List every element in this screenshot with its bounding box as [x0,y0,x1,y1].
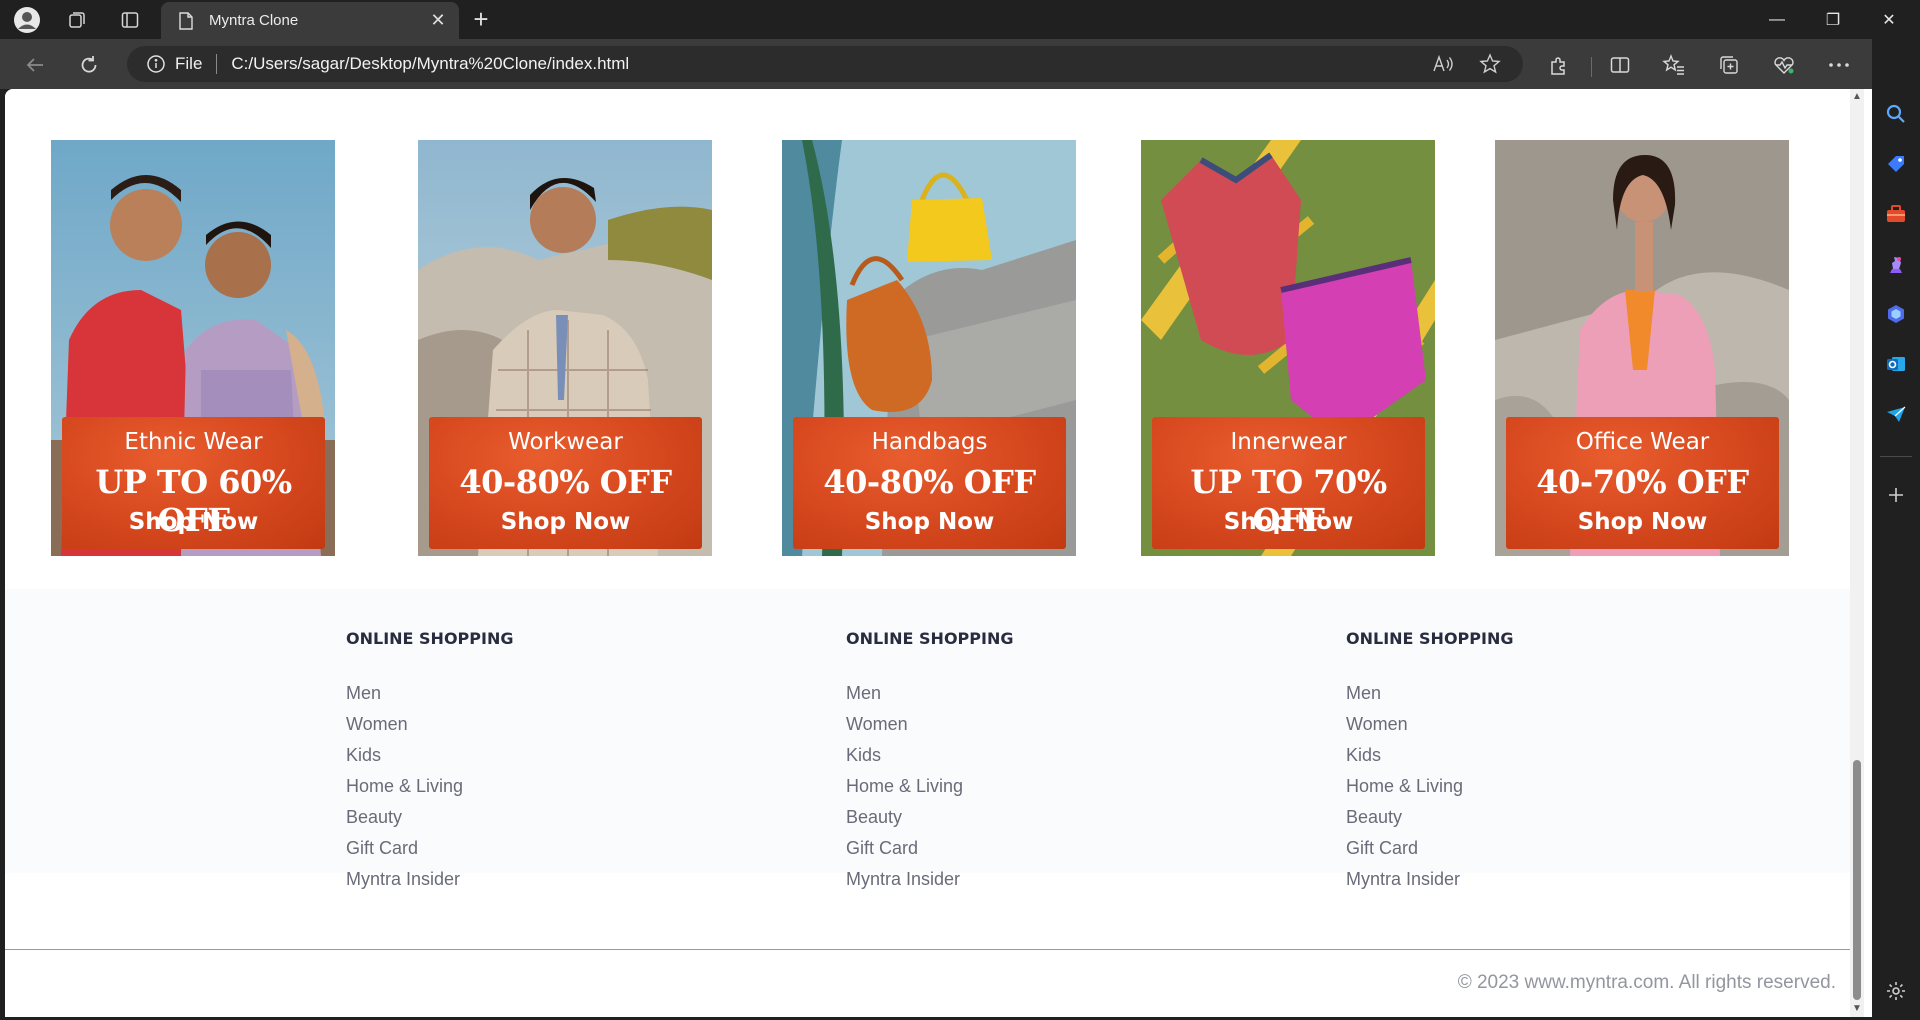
read-aloud-icon[interactable] [1429,50,1457,78]
offer-banners-section: Ethnic Wear UP TO 60% OFF Shop Now Workw… [5,89,1850,589]
page-viewport: Ethnic Wear UP TO 60% OFF Shop Now Workw… [5,89,1872,1017]
sidebar-divider [1880,456,1912,457]
banner-office-wear[interactable]: Office Wear 40-70% OFF Shop Now [1495,140,1789,556]
address-bar[interactable]: File C:/Users/sagar/Desktop/Myntra%20Clo… [127,46,1523,82]
shopping-tag-icon[interactable] [1880,148,1912,180]
banner-category: Innerwear [1230,429,1347,455]
browser-essentials-icon[interactable] [1768,49,1800,81]
footer-link-gift-card[interactable]: Gift Card [346,837,513,868]
footer-column-2: ONLINE SHOPPING Men Women Kids Home & Li… [846,629,1013,899]
star-icon[interactable] [1476,50,1504,78]
games-icon[interactable] [1880,248,1912,280]
banner-deal: 40-80% OFF [823,463,1036,501]
footer-heading: ONLINE SHOPPING [1346,629,1514,648]
shop-now-link[interactable]: Shop Now [793,509,1066,535]
site-footer: ONLINE SHOPPING Men Women Kids Home & Li… [5,589,1850,889]
banner-deal: 40-70% OFF [1536,463,1749,501]
search-icon[interactable] [1880,98,1912,130]
footer-link-home-living[interactable]: Home & Living [346,775,513,806]
footer-link-myntra-insider[interactable]: Myntra Insider [1346,868,1513,899]
footer-link-home-living[interactable]: Home & Living [846,775,1013,806]
outlook-icon[interactable] [1880,348,1912,380]
workspaces-icon[interactable] [63,6,91,34]
banner-ethnic-wear[interactable]: Ethnic Wear UP TO 60% OFF Shop Now [51,140,335,556]
footer-divider [5,949,1850,950]
tab-myntra-clone[interactable]: Myntra Clone ✕ [161,2,459,39]
banner-category: Office Wear [1575,429,1710,455]
banner-category: Workwear [508,429,623,455]
banner-workwear[interactable]: Workwear 40-80% OFF Shop Now [418,140,712,556]
footer-column-3: ONLINE SHOPPING Men Women Kids Home & Li… [1346,629,1513,899]
more-icon[interactable] [1823,49,1855,81]
footer-link-kids[interactable]: Kids [1346,744,1513,775]
back-icon[interactable] [19,49,51,81]
tab-close-icon[interactable]: ✕ [425,8,451,34]
info-icon[interactable] [145,53,167,75]
address-separator [216,54,218,74]
footer-link-gift-card[interactable]: Gift Card [846,837,1013,868]
refresh-icon[interactable] [73,49,105,81]
footer-column-1: ONLINE SHOPPING Men Women Kids Home & Li… [346,629,513,899]
toolbar-divider [1591,57,1592,77]
banner-deal: 40-80% OFF [459,463,672,501]
offer-panel: Handbags 40-80% OFF Shop Now [793,417,1066,549]
drop-icon[interactable] [1880,398,1912,430]
settings-icon[interactable] [1880,975,1912,1007]
shop-now-link[interactable]: Shop Now [62,509,325,535]
banner-handbags[interactable]: Handbags 40-80% OFF Shop Now [782,140,1076,556]
split-screen-icon[interactable] [1604,49,1636,81]
footer-link-kids[interactable]: Kids [346,744,513,775]
profile-icon[interactable] [13,6,41,34]
footer-link-home-living[interactable]: Home & Living [1346,775,1513,806]
minimize-button[interactable]: — [1750,0,1804,39]
new-tab-button[interactable]: + [466,5,496,35]
footer-link-men[interactable]: Men [346,682,513,713]
footer-link-beauty[interactable]: Beauty [346,806,513,837]
page-scrollbar[interactable]: ▲ ▼ [1850,89,1864,1017]
footer-link-kids[interactable]: Kids [846,744,1013,775]
scroll-up-arrow-icon[interactable]: ▲ [1851,91,1863,103]
navigation-toolbar: File C:/Users/sagar/Desktop/Myntra%20Clo… [0,39,1920,89]
footer-link-women[interactable]: Women [846,713,1013,744]
address-scheme-label: File [175,54,203,73]
footer-link-men[interactable]: Men [1346,682,1513,713]
banner-category: Ethnic Wear [124,429,263,455]
footer-link-myntra-insider[interactable]: Myntra Insider [346,868,513,899]
scroll-down-arrow-icon[interactable]: ▼ [1851,1003,1863,1015]
shop-now-link[interactable]: Shop Now [429,509,702,535]
footer-link-women[interactable]: Women [1346,713,1513,744]
banner-category: Handbags [871,429,988,455]
footer-link-beauty[interactable]: Beauty [1346,806,1513,837]
collections-icon[interactable] [1713,49,1745,81]
footer-link-beauty[interactable]: Beauty [846,806,1013,837]
offer-panel: Workwear 40-80% OFF Shop Now [429,417,702,549]
restore-button[interactable]: ❐ [1806,0,1860,39]
add-icon[interactable] [1880,479,1912,511]
offer-panel: Innerwear UP TO 70% OFF Shop Now [1152,417,1425,549]
shop-now-link[interactable]: Shop Now [1152,509,1425,535]
tab-actions-icon[interactable] [116,6,144,34]
extensions-icon[interactable] [1543,49,1575,81]
footer-link-women[interactable]: Women [346,713,513,744]
banner-innerwear[interactable]: Innerwear UP TO 70% OFF Shop Now [1141,140,1435,556]
close-window-button[interactable]: ✕ [1862,0,1916,39]
offer-panel: Office Wear 40-70% OFF Shop Now [1506,417,1779,549]
offer-panel: Ethnic Wear UP TO 60% OFF Shop Now [62,417,325,549]
footer-link-gift-card[interactable]: Gift Card [1346,837,1513,868]
footer-heading: ONLINE SHOPPING [346,629,514,648]
tools-icon[interactable] [1880,198,1912,230]
url-text[interactable]: C:/Users/sagar/Desktop/Myntra%20Clone/in… [231,54,629,74]
copyright-text: © 2023 www.myntra.com. All rights reserv… [1457,972,1836,993]
page-icon [177,11,195,30]
shop-now-link[interactable]: Shop Now [1506,509,1779,535]
tab-bar: Myntra Clone ✕ + — ❐ ✕ [0,0,1920,39]
tab-title: Myntra Clone [209,12,299,29]
footer-link-men[interactable]: Men [846,682,1013,713]
footer-link-myntra-insider[interactable]: Myntra Insider [846,868,1013,899]
favorites-icon[interactable] [1658,49,1690,81]
footer-heading: ONLINE SHOPPING [846,629,1014,648]
scrollbar-thumb[interactable] [1853,760,1861,1000]
edge-sidebar [1872,39,1920,1020]
microsoft-365-icon[interactable] [1880,298,1912,330]
